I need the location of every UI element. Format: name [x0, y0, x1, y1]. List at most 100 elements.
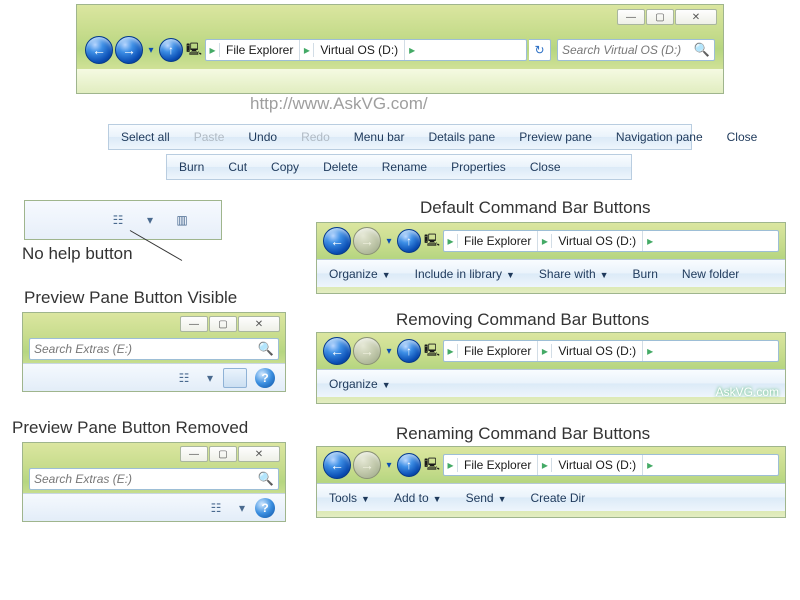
organize-button[interactable]: Organize▼ [317, 267, 403, 281]
back-button[interactable]: ← [85, 36, 113, 64]
organize-button[interactable]: Organize▼ [317, 377, 403, 391]
nav-history-dropdown[interactable]: ▾ [383, 451, 395, 479]
views-dropdown-icon[interactable]: ▾ [237, 498, 247, 518]
preview-pane-button[interactable] [223, 368, 247, 388]
breadcrumb-drive[interactable]: Virtual OS (D:) [552, 341, 643, 361]
forward-button[interactable]: → [115, 36, 143, 64]
include-in-library-button[interactable]: Include in library▼ [403, 267, 527, 281]
chevron-right-icon[interactable]: ▸ [300, 43, 314, 57]
chevron-right-icon[interactable]: ▸ [206, 43, 220, 57]
help-button[interactable]: ? [255, 368, 275, 388]
views-icon[interactable]: ☷ [171, 368, 197, 388]
close-button[interactable]: ✕ [238, 446, 280, 462]
paste-button: Paste [182, 130, 237, 144]
close-button[interactable]: Close [518, 160, 573, 174]
select-all-button[interactable]: Select all [109, 130, 182, 144]
delete-button[interactable]: Delete [311, 160, 370, 174]
chevron-right-icon[interactable]: ▸ [643, 344, 657, 358]
nav-history-dropdown[interactable]: ▾ [383, 337, 395, 365]
preview-removed-heading: Preview Pane Button Removed [12, 418, 248, 438]
views-dropdown-icon[interactable]: ▾ [145, 210, 155, 230]
undo-button[interactable]: Undo [236, 130, 289, 144]
search-input[interactable]: Search Virtual OS (D:) 🔍 [557, 39, 715, 61]
breadcrumb-root[interactable]: File Explorer [458, 341, 538, 361]
maximize-button[interactable]: ▢ [209, 316, 237, 332]
minimize-button[interactable]: — [617, 9, 645, 25]
details-pane-button[interactable]: Details pane [416, 130, 507, 144]
back-button[interactable]: ← [323, 337, 351, 365]
breadcrumb-root[interactable]: File Explorer [458, 231, 538, 251]
address-bar[interactable]: ▸ File Explorer ▸ Virtual OS (D:) ▸ [443, 454, 779, 476]
close-button[interactable]: Close [715, 130, 770, 144]
watermark-url: http://www.AskVG.com/ [250, 94, 428, 114]
send-button[interactable]: Send▼ [454, 491, 519, 505]
close-button[interactable]: ✕ [238, 316, 280, 332]
address-bar[interactable]: ▸ File Explorer ▸ Virtual OS (D:) ▸ [205, 39, 527, 61]
chevron-right-icon[interactable]: ▸ [444, 344, 458, 358]
chevron-right-icon[interactable]: ▸ [643, 458, 657, 472]
chevron-right-icon[interactable]: ▸ [538, 234, 552, 248]
minimize-button[interactable]: — [180, 446, 208, 462]
search-icon[interactable]: 🔍 [694, 42, 710, 58]
maximize-button[interactable]: ▢ [646, 9, 674, 25]
search-placeholder: Search Extras (E:) [34, 472, 132, 486]
burn-button[interactable]: Burn [167, 160, 216, 174]
preview-pane-icon[interactable]: ▥ [169, 210, 195, 230]
search-input[interactable]: Search Extras (E:) 🔍 [29, 338, 279, 360]
breadcrumb-drive[interactable]: Virtual OS (D:) [552, 231, 643, 251]
menu-bar-button[interactable]: Menu bar [342, 130, 417, 144]
computer-icon: 🖳 [423, 341, 441, 362]
chevron-right-icon[interactable]: ▸ [444, 234, 458, 248]
chevron-right-icon[interactable]: ▸ [444, 458, 458, 472]
breadcrumb-drive[interactable]: Virtual OS (D:) [552, 455, 643, 475]
share-with-button[interactable]: Share with▼ [527, 267, 621, 281]
up-button[interactable]: ↑ [159, 38, 183, 62]
burn-button[interactable]: Burn [621, 267, 670, 281]
nav-history-dropdown[interactable]: ▾ [383, 227, 395, 255]
nav-history-dropdown[interactable]: ▾ [145, 36, 157, 64]
address-bar[interactable]: ▸ File Explorer ▸ Virtual OS (D:) ▸ [443, 340, 779, 362]
forward-button: → [353, 227, 381, 255]
new-folder-button[interactable]: New folder [670, 267, 751, 281]
default-cmdbar-window: ← → ▾ ↑ 🖳 ▸ File Explorer ▸ Virtual OS (… [316, 222, 786, 294]
maximize-button[interactable]: ▢ [209, 446, 237, 462]
breadcrumb-root[interactable]: File Explorer [458, 455, 538, 475]
address-bar[interactable]: ▸ File Explorer ▸ Virtual OS (D:) ▸ [443, 230, 779, 252]
minimize-button[interactable]: — [180, 316, 208, 332]
refresh-button[interactable]: ↻ [529, 39, 551, 61]
back-button[interactable]: ← [323, 451, 351, 479]
back-button[interactable]: ← [323, 227, 351, 255]
tools-button[interactable]: Tools▼ [317, 491, 382, 505]
rename-button[interactable]: Rename [370, 160, 439, 174]
properties-button[interactable]: Properties [439, 160, 518, 174]
breadcrumb-root[interactable]: File Explorer [220, 40, 300, 60]
chevron-right-icon[interactable]: ▸ [538, 344, 552, 358]
search-input[interactable]: Search Extras (E:) 🔍 [29, 468, 279, 490]
navigation-pane-button[interactable]: Navigation pane [604, 130, 715, 144]
chevron-right-icon[interactable]: ▸ [405, 43, 419, 57]
help-button[interactable]: ? [255, 498, 275, 518]
up-button[interactable]: ↑ [397, 453, 421, 477]
chevron-right-icon[interactable]: ▸ [643, 234, 657, 248]
views-icon[interactable]: ☷ [203, 498, 229, 518]
preview-visible-heading: Preview Pane Button Visible [24, 288, 237, 308]
chevron-right-icon[interactable]: ▸ [538, 458, 552, 472]
breadcrumb-drive[interactable]: Virtual OS (D:) [314, 40, 405, 60]
watermark-brand: AskVG.com [716, 385, 779, 399]
views-icon[interactable]: ☷ [105, 210, 131, 230]
add-to-button[interactable]: Add to▼ [382, 491, 454, 505]
copy-button[interactable]: Copy [259, 160, 311, 174]
create-dir-button[interactable]: Create Dir [519, 491, 598, 505]
up-button[interactable]: ↑ [397, 339, 421, 363]
up-button[interactable]: ↑ [397, 229, 421, 253]
preview-pane-button[interactable]: Preview pane [507, 130, 604, 144]
views-dropdown-icon[interactable]: ▾ [205, 368, 215, 388]
redo-button: Redo [289, 130, 342, 144]
search-icon[interactable]: 🔍 [258, 471, 274, 487]
search-placeholder: Search Virtual OS (D:) [562, 43, 681, 57]
computer-icon: 🖳 [185, 40, 203, 61]
removing-cmdbar-window: ← → ▾ ↑ 🖳 ▸ File Explorer ▸ Virtual OS (… [316, 332, 786, 404]
close-button[interactable]: ✕ [675, 9, 717, 25]
search-icon[interactable]: 🔍 [258, 341, 274, 357]
cut-button[interactable]: Cut [216, 160, 259, 174]
